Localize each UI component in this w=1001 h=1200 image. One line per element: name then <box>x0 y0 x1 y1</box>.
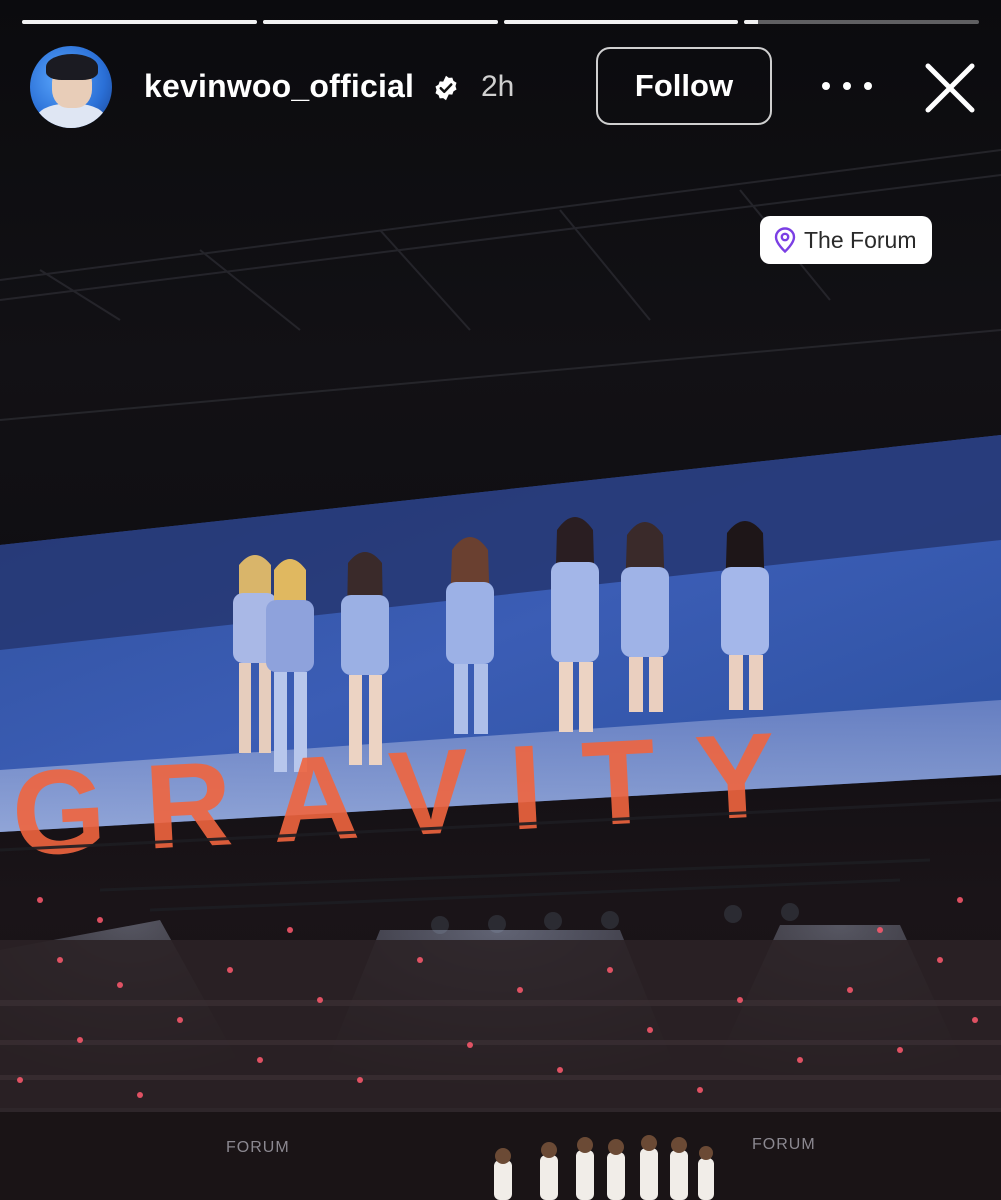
verified-badge-icon <box>435 75 457 101</box>
story-photo: GRAVITY FORUM FORUM <box>0 149 1001 1200</box>
location-pin-icon <box>774 227 796 253</box>
follow-button[interactable]: Follow <box>596 47 772 125</box>
story-progress <box>22 20 979 24</box>
progress-segment <box>262 20 498 24</box>
progress-segment <box>503 20 739 24</box>
barrier-logo-left: FORUM <box>226 1139 290 1156</box>
more-options-icon[interactable] <box>822 66 872 106</box>
location-sticker[interactable]: The Forum <box>760 216 933 264</box>
barrier-logo-right: FORUM <box>752 1136 816 1153</box>
progress-segment <box>22 20 257 24</box>
username[interactable]: kevinwoo_official <box>144 68 414 105</box>
post-time: 2h <box>481 70 515 103</box>
progress-segment <box>744 20 979 24</box>
story-header: kevinwoo_official 2h Follow <box>0 44 1001 132</box>
avatar[interactable] <box>30 46 112 128</box>
story-viewer[interactable]: GRAVITY FORUM FORUM kevinwoo_official 2h… <box>0 0 1001 1200</box>
close-icon[interactable] <box>920 58 980 118</box>
location-label: The Forum <box>804 226 917 253</box>
